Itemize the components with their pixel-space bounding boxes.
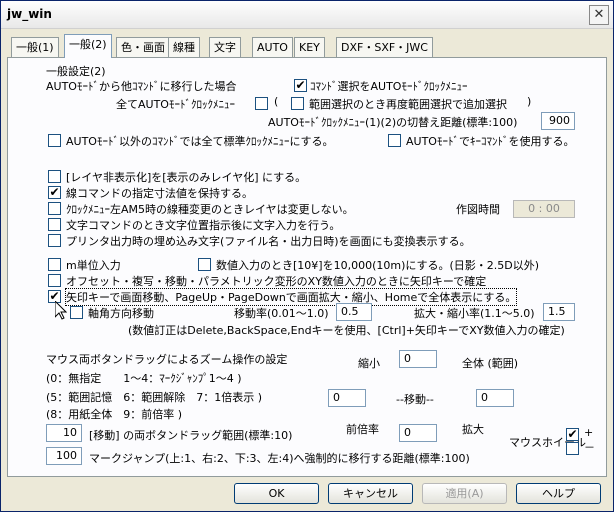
zoom-ratio-label: 拡大・縮小率(1.1～5.0) <box>414 307 535 320</box>
offset-xy-label: オフセット・複写・移動・パラメトリック変形のXY数値入力のときに矢印キーで確定 <box>66 275 487 288</box>
clock-switch-distance-input[interactable]: 900 <box>541 112 575 130</box>
printer-embed-checkbox[interactable] <box>48 234 61 247</box>
range-reselect-checkbox[interactable] <box>291 97 304 110</box>
move-ratio-label: 移動率(0.01～1.0) <box>234 307 329 320</box>
text-input-after-pos-checkbox[interactable] <box>48 218 61 231</box>
non-auto-standard-clock-label: AUTOﾓｰﾄﾞ以外のｺﾏﾝﾄﾞでは全て標準ｸﾛｯｸﾒﾆｭｰにする。 <box>66 135 334 148</box>
title-bar[interactable]: jw_win ✕ <box>1 1 613 29</box>
numeric-10e4-checkbox[interactable] <box>198 258 211 271</box>
all-auto-clock-checkbox[interactable] <box>255 97 268 110</box>
mark-jump-input[interactable]: 100 <box>46 447 82 465</box>
move-label: --移動-- <box>396 393 434 406</box>
arrow-key-move-label: 矢印キーで画面移動、PageUp・PageDownで画面拡大・縮小、Homeで全… <box>64 288 518 306</box>
wheel-plus-label: + <box>584 426 594 439</box>
mouse-cursor-icon <box>55 301 67 320</box>
range-reselect-label: 範囲選択のとき再度範囲選択で追加選択 <box>309 98 507 111</box>
move-left-input[interactable]: 0 <box>328 389 366 407</box>
tab-auto[interactable]: AUTO <box>252 37 293 57</box>
tab-panel: 一般設定(2) AUTOﾓｰﾄﾞから他ｺﾏﾝﾄﾞに移行した場合 ✔ ｺﾏﾝﾄﾞ選… <box>7 57 607 477</box>
clock-switch-label: AUTOﾓｰﾄﾞｸﾛｯｸﾒﾆｭｰ(1)(2)の切替え距離(標準:100) <box>268 116 518 129</box>
non-auto-standard-clock-checkbox[interactable] <box>48 134 61 147</box>
cmd-select-auto-clock-checkbox[interactable]: ✔ <box>294 79 307 92</box>
zoom-options-line-3: (8：用紙全体 9：前倍率 ) <box>46 408 183 421</box>
axis-move-checkbox[interactable] <box>70 306 83 319</box>
mouse-zoom-title: マウス両ボタンドラッグによるズーム操作の設定 <box>46 353 288 366</box>
window-title: jw_win <box>7 7 52 21</box>
tab-general-1[interactable]: 一般(1) <box>11 37 59 57</box>
shrink-input[interactable]: 0 <box>399 350 437 368</box>
wheel-minus-label: － <box>584 441 595 454</box>
axis-move-label: 軸角方向移動 <box>88 307 154 320</box>
section-title: 一般設定(2) <box>46 65 106 78</box>
move-ratio-input[interactable]: 0.5 <box>336 303 372 321</box>
tab-color-screen[interactable]: 色・画面 <box>116 37 170 57</box>
numeric-correction-note: (数値訂正はDelete,BackSpace,Endキーを使用、[Ctrl]+矢… <box>128 324 565 337</box>
all-auto-clock-label: 全てAUTOﾓｰﾄﾞｸﾛｯｸﾒﾆｭｰ <box>116 98 235 111</box>
layer-hide-checkbox[interactable] <box>48 170 61 183</box>
offset-xy-checkbox[interactable] <box>48 274 61 287</box>
tab-text[interactable]: 文字 <box>209 37 241 57</box>
wheel-plus-checkbox[interactable]: ✔ <box>566 428 579 441</box>
line-dim-keep-label: 線コマンドの指定寸法値を保持する。 <box>66 187 253 200</box>
help-button[interactable]: ヘルプ <box>516 483 601 504</box>
m-unit-checkbox[interactable] <box>48 258 61 271</box>
paren-close: ) <box>527 95 532 108</box>
options-dialog: jw_win ✕ 一般(1) 一般(2) 色・画面 線種 文字 AUTO KEY… <box>0 0 614 512</box>
zoom-options-line-2: (5：範囲記憶 6：範囲解除 7：1倍表示 ) <box>46 391 263 404</box>
clock-am5-checkbox[interactable] <box>48 202 61 215</box>
drawing-time-field: 0 : 00 <box>513 200 575 218</box>
zoom-ratio-input[interactable]: 1.5 <box>543 303 575 321</box>
move-right-input[interactable]: 0 <box>476 389 514 407</box>
cmd-select-auto-clock-label: ｺﾏﾝﾄﾞ選択をAUTOﾓｰﾄﾞｸﾛｯｸﾒﾆｭｰ <box>310 80 468 93</box>
zoom-options-line-1: (0：無指定 1～4：ﾏｰｸｼﾞｬﾝﾌﾟ1～4 ) <box>46 372 242 385</box>
numeric-10e4-label: 数値入力のとき[10¥]を10,000(10m)にする。(日影・2.5D以外) <box>216 259 540 272</box>
m-unit-label: m単位入力 <box>66 259 121 272</box>
drag-range-input[interactable]: 10 <box>46 424 82 442</box>
whole-label: 全体 (範囲) <box>462 357 519 370</box>
auto-transition-label: AUTOﾓｰﾄﾞから他ｺﾏﾝﾄﾞに移行した場合 <box>46 80 237 93</box>
drag-range-label: [移動] の両ボタンドラッグ範囲(標準:10) <box>89 429 293 442</box>
close-icon[interactable]: ✕ <box>589 5 609 25</box>
prev-zoom-label: 前倍率 <box>346 423 379 436</box>
layer-hide-label: [レイヤ非表示化]を[表示のみレイヤ化] にする。 <box>66 171 307 184</box>
apply-button[interactable]: 適用(A) <box>422 483 507 504</box>
cancel-button[interactable]: キャンセル <box>328 483 413 504</box>
tab-key[interactable]: KEY <box>294 37 325 57</box>
prev-zoom-input[interactable]: 0 <box>399 424 437 442</box>
tab-dxf-sxf-jwc[interactable]: DXF・SXF・JWC <box>336 37 433 57</box>
shrink-label: 縮小 <box>358 357 380 370</box>
auto-key-command-label: AUTOﾓｰﾄﾞでｷｰｺﾏﾝﾄﾞを使用する。 <box>406 135 575 148</box>
drawing-time-label: 作図時間 <box>456 203 500 216</box>
clock-am5-label: ｸﾛｯｸﾒﾆｭｰ左AM5時の線種変更のときレイヤは変更しない。 <box>66 203 354 216</box>
wheel-minus-checkbox[interactable] <box>566 442 579 455</box>
tab-line-type[interactable]: 線種 <box>168 37 200 57</box>
enlarge-label: 拡大 <box>462 423 484 436</box>
ok-button[interactable]: OK <box>234 483 319 504</box>
line-dim-keep-checkbox[interactable]: ✔ <box>48 186 61 199</box>
paren-open: ( <box>274 95 279 108</box>
printer-embed-label: プリンタ出力時の埋め込み文字(ファイル名・出力日時)を画面にも変換表示する。 <box>66 235 471 248</box>
tab-general-2[interactable]: 一般(2) <box>64 34 112 58</box>
mark-jump-label: マークジャンプ(上:1、右:2、下:3、左:4)へ強制的に移行する距離(標準:1… <box>89 452 470 465</box>
auto-key-command-checkbox[interactable] <box>388 134 401 147</box>
text-input-after-pos-label: 文字コマンドのとき文字位置指示後に文字入力を行う。 <box>66 219 341 232</box>
